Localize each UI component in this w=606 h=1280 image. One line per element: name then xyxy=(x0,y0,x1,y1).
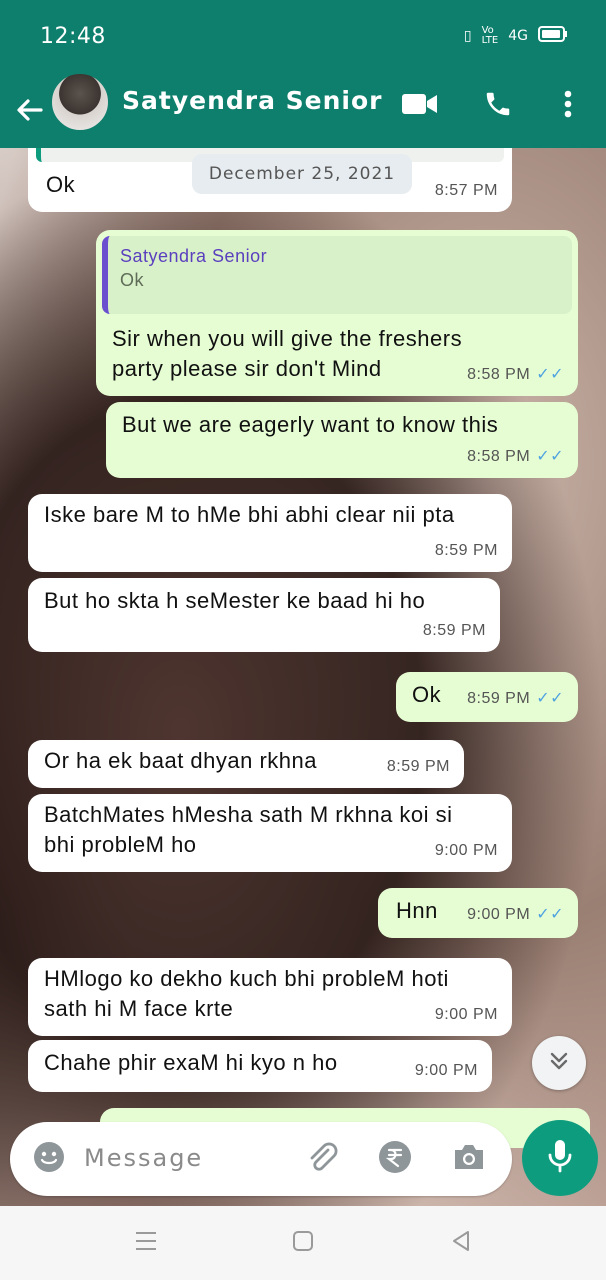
smiley-icon xyxy=(32,1140,66,1178)
avatar[interactable] xyxy=(50,72,110,132)
home-nav-icon[interactable] xyxy=(291,1229,315,1257)
quote-text: Ok xyxy=(120,270,145,290)
message-outgoing[interactable]: Hnn 9:00 PM ✓✓ xyxy=(378,888,578,938)
message-incoming[interactable]: But ho skta h seMester ke baad hi ho 8:5… xyxy=(28,578,500,652)
message-time: 8:59 PM xyxy=(434,542,498,559)
message-time: 9:00 PM ✓✓ xyxy=(467,900,564,930)
message-time: 8:58 PM ✓✓ xyxy=(467,360,564,390)
message-text: Ok xyxy=(412,682,442,707)
message-input-bar: Message xyxy=(10,1122,512,1196)
message-incoming[interactable]: Or ha ek baat dhyan rkhna 8:59 PM xyxy=(28,740,464,788)
message-text: But ho skta h seMester ke baad hi ho xyxy=(44,588,426,613)
message-incoming[interactable]: Iske bare M to hMe bhi abhi clear nii pt… xyxy=(28,494,512,572)
message-time: 8:57 PM xyxy=(434,182,498,199)
status-bar: 12:48 ▯ Vo LTE 4G xyxy=(0,0,606,72)
double-check-icon: ✓✓ xyxy=(536,690,564,707)
battery-icon xyxy=(538,26,568,46)
status-icons: ▯ Vo LTE 4G xyxy=(464,26,568,46)
message-text: Sir when you will give the freshers part… xyxy=(112,326,463,381)
more-vertical-icon[interactable] xyxy=(556,86,580,122)
quote-author: Satyendra Senior xyxy=(120,246,268,266)
chat-header: Satyendra Senior xyxy=(0,72,606,148)
message-time: 8:59 PM xyxy=(422,622,486,639)
message-incoming[interactable]: BatchMates hMesha sath M rkhna koi si bh… xyxy=(28,794,512,872)
message-text: Iske bare M to hMe bhi abhi clear nii pt… xyxy=(44,502,455,527)
reply-quote[interactable]: Satyendra Senior Ok xyxy=(102,236,572,314)
contact-name[interactable]: Satyendra Senior xyxy=(122,86,383,115)
message-incoming[interactable]: HMlogo ko dekho kuch bhi probleM hoti sa… xyxy=(28,958,512,1036)
volte-icon: Vo LTE xyxy=(481,25,499,46)
message-input[interactable]: Message xyxy=(84,1144,203,1172)
message-time: 8:59 PM xyxy=(386,758,450,775)
vibrate-icon: ▯ xyxy=(463,28,472,44)
message-time: 8:59 PM ✓✓ xyxy=(467,684,564,714)
back-arrow-icon[interactable] xyxy=(12,90,46,130)
message-outgoing[interactable]: Satyendra Senior Ok Sir when you will gi… xyxy=(96,230,578,396)
emoji-button[interactable] xyxy=(30,1140,68,1178)
double-check-icon: ✓✓ xyxy=(536,448,564,465)
rupee-icon xyxy=(378,1140,412,1178)
system-nav-bar xyxy=(0,1206,606,1280)
message-text: Or ha ek baat dhyan rkhna xyxy=(44,748,317,773)
camera-button[interactable] xyxy=(450,1140,488,1178)
message-text: Ok xyxy=(46,172,76,197)
message-outgoing[interactable]: Ok 8:59 PM ✓✓ xyxy=(396,672,578,722)
chat-area[interactable]: Ok 8:57 PM December 25, 2021 Satyendra S… xyxy=(0,148,606,1206)
paperclip-icon xyxy=(304,1140,338,1178)
message-text: But we are eagerly want to know this xyxy=(122,412,499,437)
double-chevron-down-icon xyxy=(548,1050,570,1076)
attach-button[interactable] xyxy=(302,1140,340,1178)
menu-nav-icon[interactable] xyxy=(134,1230,158,1256)
message-time: 9:00 PM xyxy=(434,842,498,859)
message-incoming[interactable]: Chahe phir exaM hi kyo n ho 9:00 PM xyxy=(28,1040,492,1092)
date-separator: December 25, 2021 xyxy=(192,154,412,194)
status-time: 12:48 xyxy=(40,24,106,49)
camera-icon xyxy=(452,1142,486,1176)
scroll-to-bottom-button[interactable] xyxy=(532,1036,586,1090)
message-time: 8:58 PM ✓✓ xyxy=(467,442,564,472)
microphone-icon xyxy=(545,1138,575,1178)
voice-message-button[interactable] xyxy=(522,1120,598,1196)
payment-button[interactable] xyxy=(376,1140,414,1178)
double-check-icon: ✓✓ xyxy=(536,366,564,383)
phone-icon[interactable] xyxy=(480,86,516,122)
message-text: Hnn xyxy=(396,898,438,923)
message-text: HMlogo ko dekho kuch bhi probleM hoti sa… xyxy=(44,966,449,1021)
message-outgoing[interactable]: But we are eagerly want to know this 8:5… xyxy=(106,402,578,478)
double-check-icon: ✓✓ xyxy=(536,906,564,923)
message-text: Chahe phir exaM hi kyo n ho xyxy=(44,1050,338,1075)
network-indicator: 4G xyxy=(508,28,528,44)
message-time: 9:00 PM xyxy=(414,1062,478,1079)
video-camera-icon[interactable] xyxy=(400,86,440,122)
back-nav-icon[interactable] xyxy=(449,1229,473,1257)
message-time: 9:00 PM xyxy=(434,1006,498,1023)
message-text: BatchMates hMesha sath M rkhna koi si bh… xyxy=(44,802,453,857)
